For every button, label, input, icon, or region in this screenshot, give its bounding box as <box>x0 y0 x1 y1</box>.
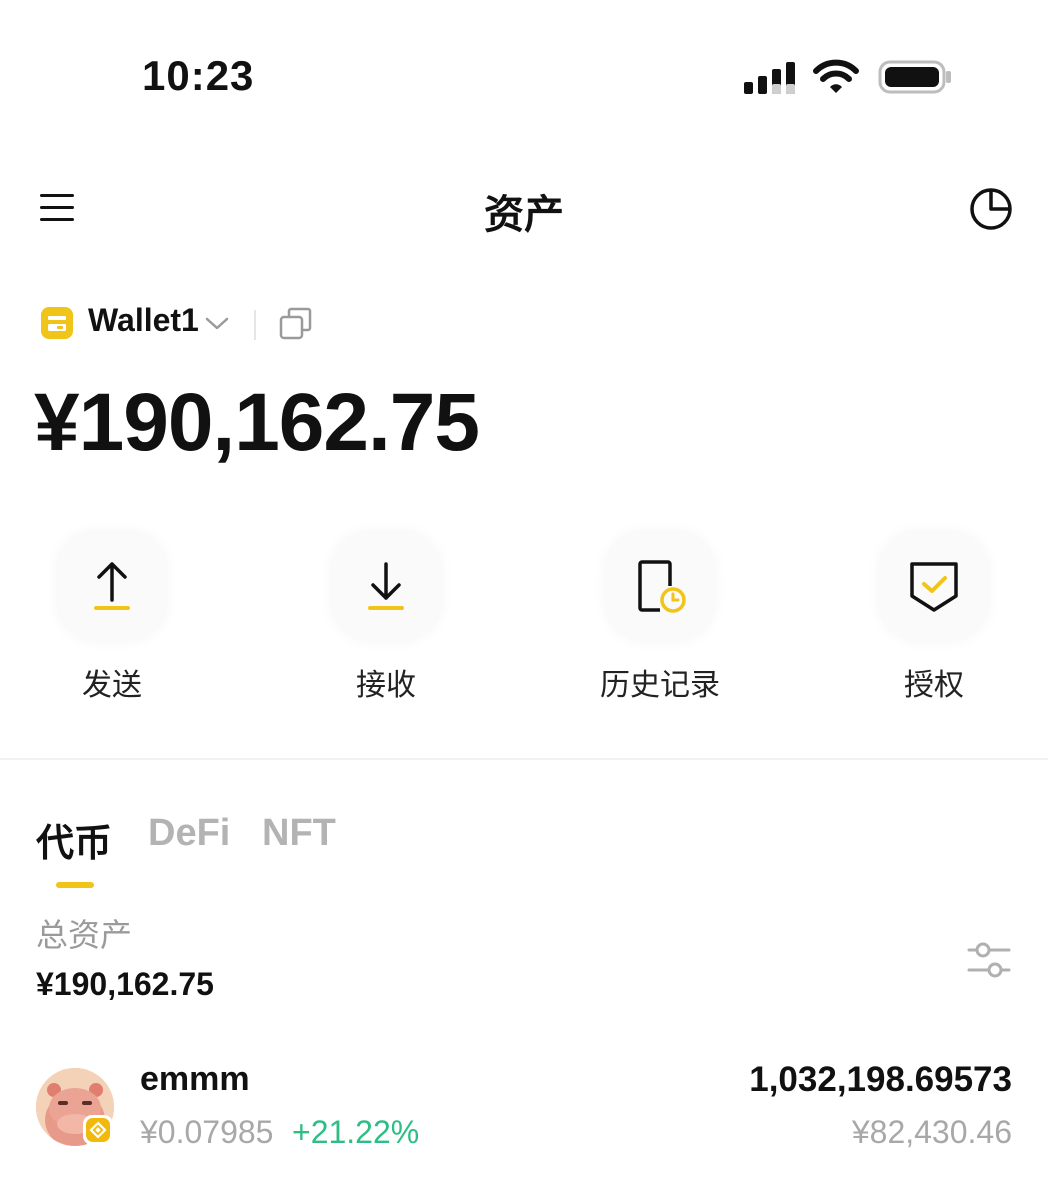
wallet-icon[interactable] <box>40 306 74 340</box>
send-arrow-up-icon <box>94 562 130 610</box>
token-price: ¥0.07985 <box>140 1114 274 1150</box>
send-action[interactable]: 发送 <box>52 530 172 704</box>
wifi-icon <box>813 59 859 93</box>
history-label: 历史记录 <box>600 668 720 703</box>
send-button[interactable] <box>56 530 168 642</box>
pie-chart-icon[interactable] <box>968 186 1014 232</box>
section-divider <box>0 758 1048 760</box>
approval-button[interactable] <box>878 530 990 642</box>
copy-icon[interactable] <box>278 306 314 342</box>
battery-icon <box>878 60 951 94</box>
receive-button[interactable] <box>330 530 442 642</box>
receive-label: 接收 <box>356 668 416 703</box>
active-tab-indicator <box>56 882 94 888</box>
bnb-chain-badge-icon <box>83 1115 113 1145</box>
total-balance: ¥190,162.75 <box>34 377 480 468</box>
filter-sliders-icon[interactable] <box>966 940 1012 980</box>
token-amount: 1,032,198.69573 <box>749 1060 1012 1099</box>
send-label: 发送 <box>82 668 142 703</box>
wallet-divider <box>254 310 256 340</box>
tab-defi[interactable]: DeFi <box>148 812 230 855</box>
cellular-signal-icon <box>744 62 795 94</box>
history-clock-icon <box>638 560 686 613</box>
token-fiat-value: ¥82,430.46 <box>851 1114 1012 1150</box>
token-price-change: +21.22% <box>292 1114 420 1150</box>
chevron-down-icon[interactable] <box>204 312 230 334</box>
receive-arrow-down-icon <box>368 562 404 610</box>
receive-action[interactable]: 接收 <box>326 530 446 704</box>
total-assets-value: ¥190,162.75 <box>36 966 214 1002</box>
page-title: 资产 <box>484 192 564 238</box>
history-action[interactable]: 历史记录 <box>600 530 720 704</box>
total-assets-label: 总资产 <box>36 916 133 954</box>
approval-check-icon <box>910 562 958 612</box>
history-button[interactable] <box>604 530 716 642</box>
approval-label: 授权 <box>904 668 964 703</box>
approval-action[interactable]: 授权 <box>874 530 994 704</box>
wallet-name[interactable]: Wallet1 <box>88 302 199 339</box>
status-time: 10:23 <box>142 52 255 99</box>
tab-tokens[interactable]: 代币 <box>36 812 112 867</box>
tab-nft[interactable]: NFT <box>262 812 336 855</box>
token-name: emmm <box>140 1060 250 1098</box>
